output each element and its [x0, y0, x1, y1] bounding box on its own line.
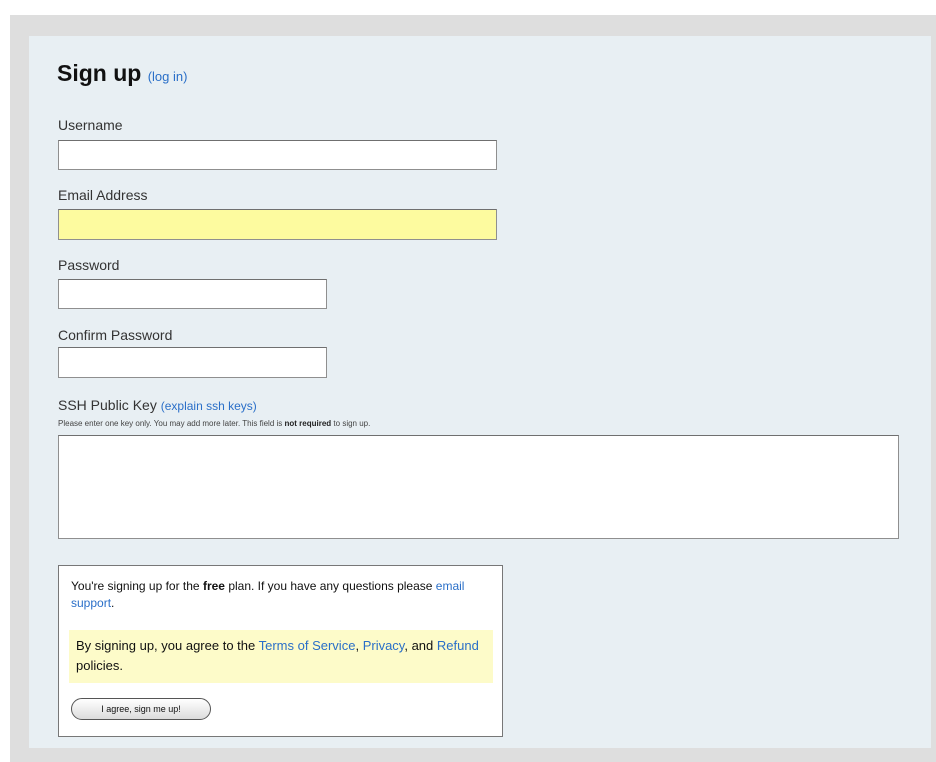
password-label: Password	[58, 257, 120, 273]
privacy-link[interactable]: Privacy	[363, 638, 405, 653]
ssh-key-hint-suffix: to sign up.	[333, 419, 371, 428]
confirm-password-label: Confirm Password	[58, 327, 173, 343]
terms-comma: ,	[355, 638, 360, 653]
email-label: Email Address	[58, 187, 148, 203]
ssh-key-label-row: SSH Public Key (explain ssh keys)	[58, 397, 257, 413]
ssh-key-hint-text: Please enter one key only. You may add m…	[58, 419, 283, 428]
terms-of-service-link[interactable]: Terms of Service	[259, 638, 356, 653]
signup-title: Sign up	[57, 60, 142, 86]
password-input[interactable]	[58, 279, 327, 309]
terms-prefix: By signing up, you agree to the	[76, 638, 256, 653]
plan-message-period: .	[111, 596, 115, 610]
plan-name: free	[202, 579, 225, 593]
terms-notice: By signing up, you agree to the Terms of…	[69, 630, 493, 683]
agreement-box: You're signing up for the free plan. If …	[58, 565, 503, 737]
username-input[interactable]	[58, 140, 497, 170]
terms-suffix: policies.	[76, 658, 123, 673]
ssh-key-hint: Please enter one key only. You may add m…	[58, 419, 370, 428]
refund-link[interactable]: Refund	[437, 638, 479, 653]
plan-message: You're signing up for the free plan. If …	[71, 578, 471, 612]
login-link[interactable]: (log in)	[148, 69, 188, 84]
username-label: Username	[58, 117, 123, 133]
plan-message-prefix: You're signing up for the	[71, 579, 200, 593]
page-title: Sign up (log in)	[57, 60, 187, 87]
email-input[interactable]	[58, 209, 497, 240]
ssh-key-textarea[interactable]	[58, 435, 899, 539]
confirm-password-input[interactable]	[58, 347, 327, 378]
ssh-key-label: SSH Public Key	[58, 397, 157, 413]
terms-and: , and	[404, 638, 434, 653]
plan-message-suffix: plan. If you have any questions please	[228, 579, 433, 593]
explain-ssh-keys-link[interactable]: (explain ssh keys)	[161, 399, 257, 413]
agree-signup-button[interactable]: I agree, sign me up!	[71, 698, 211, 720]
ssh-key-hint-emphasis: not required	[284, 419, 332, 428]
